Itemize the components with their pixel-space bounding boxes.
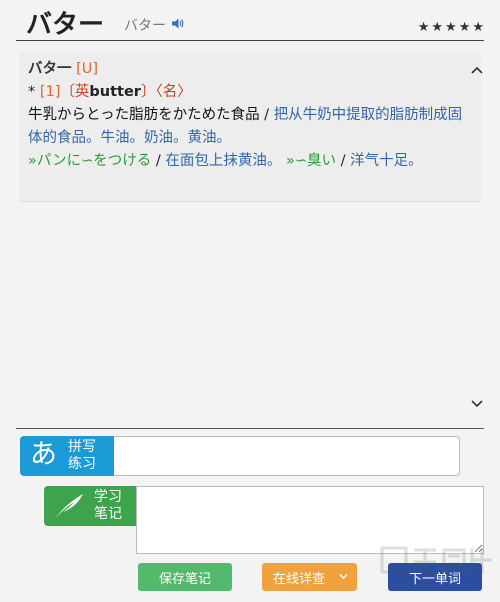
example-japanese: »∽臭い <box>285 153 336 169</box>
sense-bullet: * <box>28 84 36 100</box>
spelling-practice: あ 拼写 练习 <box>20 436 460 476</box>
spelling-label-line1: 拼写 <box>68 439 96 455</box>
notes-badge: 学习 笔记 <box>44 486 136 526</box>
spelling-label-line2: 练习 <box>68 456 96 472</box>
save-notes-button[interactable]: 保存笔记 <box>138 563 232 591</box>
notes-label-line2: 笔记 <box>94 506 122 522</box>
star-icon: ★ <box>472 20 484 35</box>
entry-tag: [U] <box>76 61 99 77</box>
star-icon: ★ <box>445 20 457 35</box>
star-icon: ★ <box>417 20 430 35</box>
part-of-speech: 〈名〉 <box>155 84 192 100</box>
scroll-down-icon[interactable] <box>470 396 484 410</box>
pane-divider <box>16 428 484 429</box>
spelling-input[interactable] <box>114 436 460 476</box>
definition-entry: バタ一 [U] * [1]〔英butter〕〈名〉 牛乳からとった脂肪をかためた… <box>19 52 481 202</box>
chevron-down-icon <box>339 573 348 580</box>
spelling-label: 拼写 练习 <box>68 439 108 473</box>
notes-label: 学习 笔记 <box>94 489 134 523</box>
example-chinese: 在面包上抹黄油。 <box>165 153 282 169</box>
example-chinese: 洋气十足。 <box>350 153 423 169</box>
origin-open: 〔英 <box>60 84 90 100</box>
star-icon: ★ <box>458 20 471 35</box>
rating-stars: ★ ★ ★ ★ ★ <box>418 21 484 34</box>
word-reading: バター <box>124 18 166 34</box>
japanese-definition: 牛乳からとった脂肪をかためた食品 <box>28 107 260 123</box>
online-lookup-button[interactable]: 在线详查 <box>262 563 357 591</box>
word-header: バター バター ★ ★ ★ ★ ★ <box>0 0 500 42</box>
online-lookup-label: 在线详查 <box>273 571 326 587</box>
origin-close: 〕 <box>140 84 156 100</box>
header-divider <box>16 40 484 41</box>
origin-english: butter <box>89 84 141 100</box>
word-title: バター <box>26 10 105 40</box>
quill-icon <box>55 494 83 518</box>
watermark-logo <box>380 546 492 574</box>
definition-pane: バタ一 [U] * [1]〔英butter〕〈名〉 牛乳からとった脂肪をかためた… <box>16 42 484 428</box>
entry-headword: バタ一 <box>28 61 72 77</box>
notes-label-line1: 学习 <box>94 489 122 505</box>
scroll-up-icon[interactable] <box>470 64 484 78</box>
scrollbar[interactable] <box>470 60 484 430</box>
separator: / <box>259 107 274 123</box>
separator: / <box>336 153 351 169</box>
sense-number: [1] <box>39 84 61 100</box>
spelling-badge: あ 拼写 练习 <box>20 436 114 476</box>
hiragana-icon: あ <box>30 439 57 470</box>
star-icon: ★ <box>431 20 444 35</box>
example-japanese: »パンに∽をつける <box>28 153 152 169</box>
speaker-icon[interactable] <box>171 17 184 30</box>
separator: / <box>151 153 166 169</box>
